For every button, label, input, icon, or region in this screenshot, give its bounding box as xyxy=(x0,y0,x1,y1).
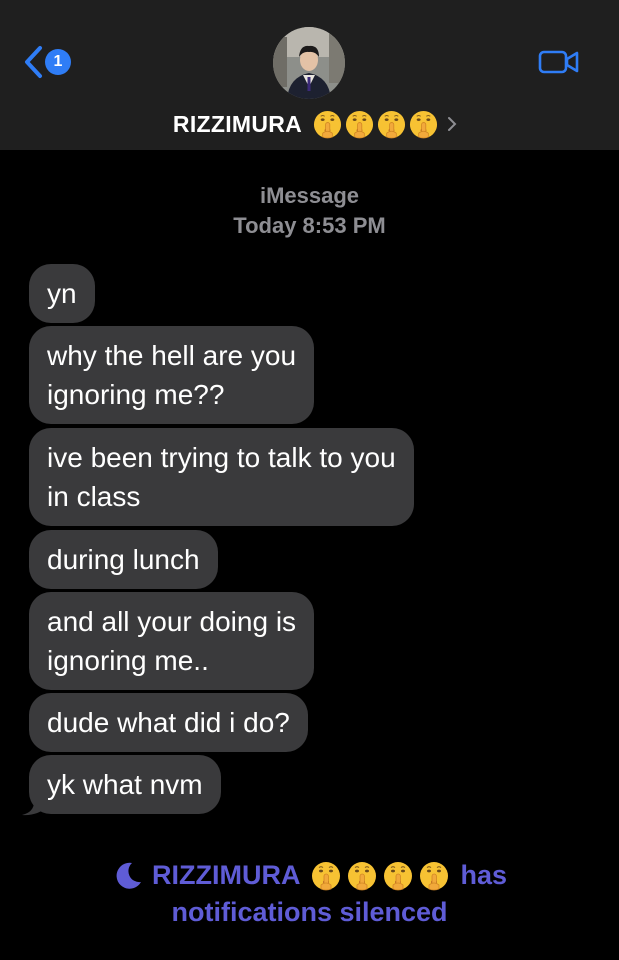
silenced-contact-name: RIZZIMURA xyxy=(151,860,301,890)
shushing-face-icon xyxy=(345,110,374,139)
shushing-face-icon xyxy=(419,861,449,891)
contact-avatar[interactable] xyxy=(273,27,345,99)
conversation-meta: iMessage Today 8:53 PM xyxy=(0,181,619,241)
shushing-face-icon xyxy=(311,861,341,891)
message-bubble[interactable]: yk what nvm xyxy=(29,755,221,814)
message-bubble[interactable]: during lunch xyxy=(29,530,218,589)
silenced-line-2: notifications silenced xyxy=(171,897,448,927)
moon-icon xyxy=(116,862,141,889)
notifications-silenced-notice: RIZZIMURA has notifications silenced xyxy=(0,857,619,931)
contact-name: RIZZIMURA xyxy=(172,110,303,137)
chevron-right-icon xyxy=(448,117,457,131)
message-bubble[interactable]: why the hell are you ignoring me?? xyxy=(29,326,315,424)
chevron-left-icon xyxy=(25,46,42,78)
shushing-face-icon xyxy=(347,861,377,891)
message-bubble[interactable]: ive been trying to talk to you in class xyxy=(29,428,414,526)
unread-badge: 1 xyxy=(45,49,71,75)
contact-emoji-row xyxy=(310,110,438,139)
message-bubble[interactable]: dude what did i do? xyxy=(29,693,308,752)
silenced-emoji-row xyxy=(308,861,452,891)
shushing-face-icon xyxy=(377,110,406,139)
message-bubble[interactable]: and all your doing is ignoring me.. xyxy=(29,592,315,690)
service-label: iMessage xyxy=(259,183,360,208)
silenced-suffix: has xyxy=(460,860,507,890)
shushing-face-icon xyxy=(383,861,413,891)
back-button[interactable]: 1 xyxy=(22,44,82,80)
message-bubble[interactable]: yn xyxy=(29,264,95,323)
timestamp: Today 8:53 PM xyxy=(233,213,386,238)
shushing-face-icon xyxy=(409,110,438,139)
video-call-icon[interactable] xyxy=(537,47,581,77)
contact-title[interactable]: RIZZIMURA xyxy=(0,106,619,142)
bubble-tail xyxy=(22,790,48,816)
shushing-face-icon xyxy=(313,110,342,139)
conversation-header: 1 RIZZIMURA xyxy=(0,0,619,150)
